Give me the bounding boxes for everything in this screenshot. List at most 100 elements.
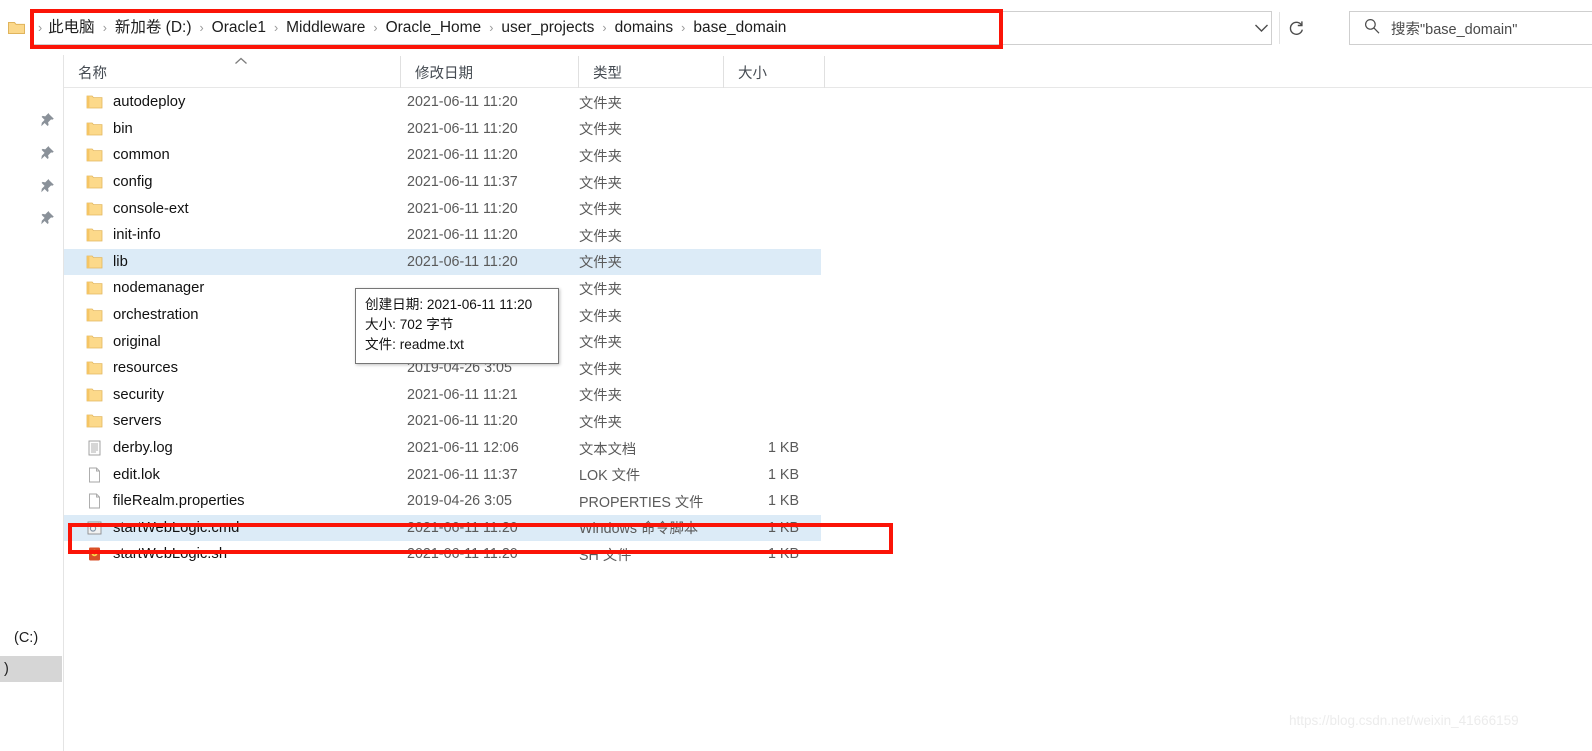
table-row[interactable]: edit.lok 2021-06-11 11:37 LOK 文件 1 KB xyxy=(64,461,821,488)
file-tooltip: 创建日期: 2021-06-11 11:20 大小: 702 字节 文件: re… xyxy=(355,288,559,364)
breadcrumb-item-oracle1[interactable]: Oracle1 xyxy=(211,11,267,45)
file-type-cell: 文件夹 xyxy=(579,361,622,378)
table-row[interactable]: console-ext 2021-06-11 11:20 文件夹 xyxy=(64,195,821,222)
table-row[interactable]: startWebLogic.sh 2021-06-11 11:20 SH 文件 1 K… xyxy=(64,541,821,568)
file-name-cell[interactable]: security xyxy=(86,382,164,409)
file-size-cell xyxy=(704,382,799,409)
file-date-cell: 2021-06-11 11:20 xyxy=(407,413,518,430)
file-name-label: autodeploy xyxy=(113,94,186,111)
cmd-script-icon xyxy=(86,520,103,536)
table-row[interactable]: config 2021-06-11 11:37 文件夹 xyxy=(64,169,821,196)
file-name-cell[interactable]: orchestration xyxy=(86,302,199,329)
column-header-date[interactable]: 修改日期 xyxy=(400,56,578,88)
file-name-label: nodemanager xyxy=(113,280,205,297)
file-type-cell: PROPERTIES 文件 xyxy=(579,494,704,511)
sh-file-icon xyxy=(86,546,103,562)
breadcrumb-item-oracle-home[interactable]: Oracle_Home xyxy=(385,11,483,45)
pin-icon[interactable] xyxy=(40,178,55,194)
file-name-cell[interactable]: lib xyxy=(86,249,128,276)
folder-icon xyxy=(86,121,103,137)
file-size-cell: 1 KB xyxy=(768,546,799,563)
file-name-cell[interactable]: bin xyxy=(86,116,133,143)
file-type-cell: 文件夹 xyxy=(579,202,622,219)
search-input-placeholder[interactable]: 搜索"base_domain" xyxy=(1391,18,1517,39)
table-row[interactable]: autodeploy 2021-06-11 11:20 文件夹 xyxy=(64,89,821,116)
pin-icon[interactable] xyxy=(40,112,55,128)
column-header-type[interactable]: 类型 xyxy=(578,56,723,88)
file-date-cell: 2021-06-11 11:20 xyxy=(407,147,518,164)
navigation-pane: (C:) ) xyxy=(0,55,64,751)
file-name-cell[interactable]: startWebLogic.cmd xyxy=(86,515,239,542)
file-size-cell xyxy=(704,408,799,435)
file-name-cell[interactable]: servers xyxy=(86,408,162,435)
file-date-cell: 2021-06-11 11:37 xyxy=(407,466,518,483)
folder-icon xyxy=(86,387,103,403)
table-row[interactable]: startWebLogic.cmd 2021-06-11 11:20 Windows… xyxy=(64,514,821,542)
file-name-cell[interactable]: common xyxy=(86,142,170,169)
table-row[interactable]: bin 2021-06-11 11:20 文件夹 xyxy=(64,116,821,143)
file-name-cell[interactable]: config xyxy=(86,169,153,196)
table-row[interactable]: security 2021-06-11 11:21 文件夹 xyxy=(64,382,821,409)
pin-icon[interactable] xyxy=(40,210,55,226)
file-date-cell: 2021-06-11 11:20 xyxy=(407,253,518,270)
table-row[interactable]: servers 2021-06-11 11:20 文件夹 xyxy=(64,408,821,435)
file-name-cell[interactable]: init-info xyxy=(86,222,161,249)
breadcrumb-item-volume-d[interactable]: 新加卷 (D:) xyxy=(114,11,193,45)
chevron-up-icon xyxy=(234,52,248,64)
breadcrumb-item-base-domain[interactable]: base_domain xyxy=(692,11,787,45)
file-type-cell: 文件夹 xyxy=(579,228,622,245)
file-name-cell[interactable]: resources xyxy=(86,355,178,382)
file-type-cell: LOK 文件 xyxy=(579,468,641,485)
file-name-label: original xyxy=(113,333,161,350)
breadcrumb-separator-icon: › xyxy=(273,21,279,35)
column-header-end-divider xyxy=(824,56,825,88)
search-box[interactable]: 搜索"base_domain" xyxy=(1349,11,1592,45)
file-date-cell: 2021-06-11 11:20 xyxy=(407,227,518,244)
breadcrumb-item-domains[interactable]: domains xyxy=(614,11,675,45)
file-name-cell[interactable]: fileRealm.properties xyxy=(86,488,245,515)
file-name-cell[interactable]: nodemanager xyxy=(86,275,204,302)
file-list[interactable]: autodeploy 2021-06-11 11:20 文件夹 bin 2021-06-… xyxy=(64,89,1592,568)
table-row[interactable]: derby.log 2021-06-11 12:06 文本文档 1 KB xyxy=(64,435,821,462)
file-name-cell[interactable]: original xyxy=(86,328,161,355)
file-size-cell xyxy=(704,142,799,169)
address-history-dropdown-button[interactable] xyxy=(1245,12,1277,44)
pin-icon[interactable] xyxy=(40,145,55,161)
breadcrumb-item-middleware[interactable]: Middleware xyxy=(285,11,366,45)
table-row[interactable]: lib 2021-06-11 11:20 文件夹 xyxy=(64,248,821,276)
table-row[interactable]: fileRealm.properties 2019-04-26 3:05 PROPE… xyxy=(64,488,821,515)
column-header-name[interactable]: 名称 xyxy=(64,56,400,88)
file-name-label: config xyxy=(113,174,153,191)
folder-icon xyxy=(86,254,103,270)
nav-item-drive-c[interactable]: (C:) xyxy=(14,630,38,646)
file-date-cell: 2021-06-11 11:20 xyxy=(407,546,518,563)
file-name-label: derby.log xyxy=(113,440,173,457)
breadcrumb-item-user-projects[interactable]: user_projects xyxy=(500,11,595,45)
file-name-label: edit.lok xyxy=(113,466,160,483)
table-row[interactable]: init-info 2021-06-11 11:20 文件夹 xyxy=(64,222,821,249)
table-row[interactable]: common 2021-06-11 11:20 文件夹 xyxy=(64,142,821,169)
folder-icon xyxy=(86,334,103,350)
file-date-cell: 2021-06-11 11:20 xyxy=(407,120,518,137)
file-name-label: common xyxy=(113,147,170,164)
column-header-type-label: 类型 xyxy=(593,65,622,82)
refresh-icon xyxy=(1289,20,1303,35)
breadcrumb[interactable]: › 此电脑 › 新加卷 (D:) › Oracle1 › Middleware … xyxy=(38,11,787,45)
column-header-size[interactable]: 大小 xyxy=(723,56,824,88)
breadcrumb-item-this-pc[interactable]: 此电脑 xyxy=(47,11,96,45)
file-name-cell[interactable]: autodeploy xyxy=(86,89,185,116)
file-date-cell: 2021-06-11 11:20 xyxy=(407,200,518,217)
file-size-cell xyxy=(704,222,799,249)
file-name-label: orchestration xyxy=(113,307,199,324)
nav-item-drive-selected[interactable]: ) xyxy=(0,656,62,682)
file-name-cell[interactable]: console-ext xyxy=(86,195,189,222)
refresh-button[interactable] xyxy=(1279,12,1312,44)
file-type-cell: 文件夹 xyxy=(579,335,622,352)
file-name-label: startWebLogic.sh xyxy=(113,546,228,563)
file-name-cell[interactable]: derby.log xyxy=(86,435,173,462)
file-type-cell: Windows 命令脚本 xyxy=(579,521,699,538)
file-name-cell[interactable]: startWebLogic.sh xyxy=(86,541,227,568)
breadcrumb-separator-icon: › xyxy=(602,21,607,35)
file-name-cell[interactable]: edit.lok xyxy=(86,461,160,488)
folder-icon xyxy=(86,280,103,296)
